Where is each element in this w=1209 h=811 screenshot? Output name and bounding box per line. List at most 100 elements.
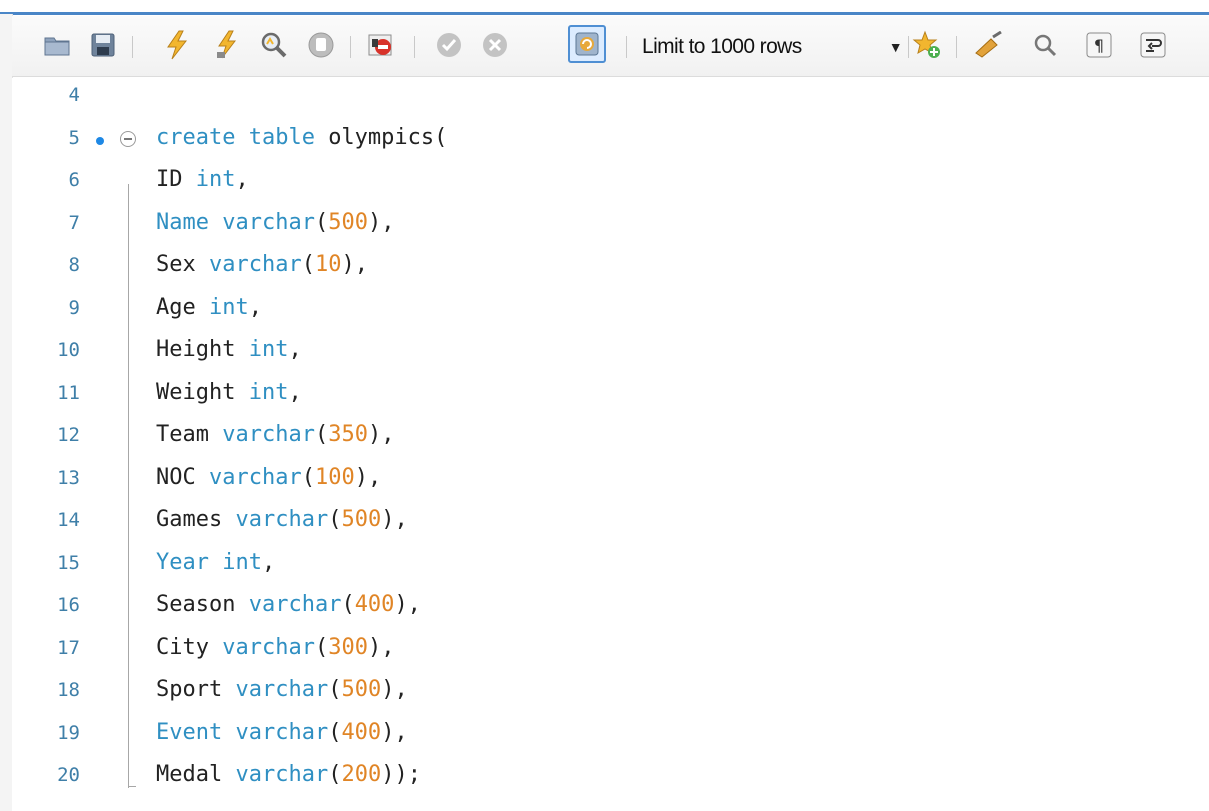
sql-text: Team: [156, 422, 223, 447]
chevron-down-icon: ▼: [888, 39, 903, 55]
line-number: 16: [57, 594, 80, 616]
sql-keyword: int: [248, 337, 289, 362]
code-text: Weight int,: [156, 380, 302, 405]
line-number: 14: [57, 509, 80, 531]
line-number: 20: [57, 764, 80, 786]
code-line[interactable]: 12 Team varchar(350),: [12, 418, 1209, 460]
sql-text: Medal: [156, 762, 236, 787]
open-file-icon[interactable]: [40, 28, 74, 62]
code-line[interactable]: 8 Sex varchar(10),: [12, 248, 1209, 290]
snippet-star-icon[interactable]: [910, 28, 944, 62]
window-top-border: [0, 0, 1209, 15]
sql-text: (: [314, 422, 329, 447]
code-line[interactable]: 7 Name varchar(500),: [12, 206, 1209, 248]
sql-text: ),: [367, 634, 395, 660]
sql-text: (: [314, 209, 329, 235]
save-icon[interactable]: [86, 28, 120, 62]
toolbar-separator: [908, 36, 909, 58]
explain-icon[interactable]: [256, 28, 290, 62]
code-line[interactable]: 20 Medal varchar(200));: [12, 758, 1209, 800]
sql-text: ,: [288, 337, 302, 362]
rollback-icon[interactable]: [478, 28, 512, 62]
sql-editor-toolbar: Limit to 1000 rows ▼ ¶: [12, 16, 1209, 77]
code-text: ID int,: [156, 167, 249, 192]
beautify-icon[interactable]: [972, 28, 1006, 62]
sql-text: (: [301, 464, 315, 490]
sql-text: Age: [156, 294, 209, 320]
sql-text: (: [328, 507, 342, 532]
stop-icon[interactable]: [304, 28, 338, 62]
sql-text: ,: [248, 294, 262, 320]
sql-text: ),: [381, 719, 408, 745]
execute-icon[interactable]: [160, 28, 194, 62]
sql-keyword: varchar: [222, 422, 315, 447]
code-line[interactable]: 4: [12, 78, 1209, 120]
statement-marker-icon: [96, 136, 104, 145]
svg-text:¶: ¶: [1094, 36, 1104, 55]
sql-text: (: [341, 592, 355, 617]
limit-rows-select[interactable]: Limit to 1000 rows ▼: [640, 32, 903, 62]
sql-text: ),: [354, 464, 382, 490]
code-line[interactable]: 16 Season varchar(400),: [12, 588, 1209, 630]
code-text: Name varchar(500),: [156, 210, 394, 235]
sql-text: ,: [235, 167, 249, 192]
sql-keyword: varchar: [208, 252, 302, 277]
sql-number: 10: [314, 252, 342, 277]
line-number: 18: [57, 679, 80, 701]
code-text: Sex varchar(10),: [156, 252, 368, 277]
sql-text: Games: [156, 507, 236, 532]
code-text: Year int,: [156, 550, 275, 575]
code-text: Team varchar(350),: [156, 422, 394, 447]
limit-rows-value: Limit to 1000 rows: [642, 35, 802, 58]
sql-keyword: varchar: [248, 592, 342, 617]
line-number: 11: [57, 381, 80, 404]
sql-number: 500: [341, 507, 382, 532]
autocommit-icon[interactable]: [568, 25, 606, 63]
code-text: Height int,: [156, 337, 302, 362]
code-text: Event varchar(400),: [156, 720, 408, 745]
sql-keyword: Year int: [156, 549, 262, 575]
code-line[interactable]: 14 Games varchar(500),: [12, 503, 1209, 545]
sql-number: 500: [341, 677, 382, 702]
sql-text: ),: [394, 592, 421, 617]
find-icon[interactable]: [1028, 28, 1062, 62]
code-text: Games varchar(500),: [156, 507, 408, 532]
sql-number: 200: [341, 762, 382, 787]
sql-editor[interactable]: 4 5 create table olympics( 6 ID int, 7 Name va…: [12, 78, 1209, 811]
execute-current-icon[interactable]: [210, 28, 244, 62]
line-number: 15: [57, 551, 80, 574]
toggle-error-icon[interactable]: [364, 28, 398, 62]
invisible-chars-icon[interactable]: ¶: [1082, 28, 1116, 62]
line-number: 4: [68, 84, 80, 106]
commit-icon[interactable]: [432, 28, 466, 62]
code-line[interactable]: 6 ID int,: [12, 163, 1209, 205]
code-line[interactable]: 15 Year int,: [12, 546, 1209, 588]
sql-text: ),: [341, 252, 368, 277]
sql-keyword: varchar: [235, 677, 329, 702]
line-number: 19: [57, 721, 80, 744]
code-line[interactable]: 10 Height int,: [12, 333, 1209, 375]
toolbar-separator: [132, 36, 133, 58]
code-line[interactable]: 5 create table olympics(: [12, 121, 1209, 163]
code-line[interactable]: 11 Weight int,: [12, 376, 1209, 418]
toolbar-separator: [626, 36, 627, 58]
sql-text: ),: [367, 422, 395, 447]
sql-keyword: create table: [156, 124, 329, 150]
code-line[interactable]: 9 Age int,: [12, 291, 1209, 333]
sql-keyword: Event varchar: [156, 719, 329, 745]
code-text: City varchar(300),: [156, 635, 394, 660]
code-line[interactable]: 19 Event varchar(400),: [12, 716, 1209, 758]
wrap-lines-icon[interactable]: [1136, 28, 1170, 62]
code-text: Season varchar(400),: [156, 592, 421, 617]
sql-text: City: [156, 634, 223, 660]
sql-text: (: [328, 719, 342, 745]
fold-collapse-icon[interactable]: [120, 130, 136, 147]
line-number: 6: [68, 169, 80, 191]
code-line[interactable]: 17 City varchar(300),: [12, 631, 1209, 673]
line-number: 8: [68, 254, 80, 276]
code-line[interactable]: 18 Sport varchar(500),: [12, 673, 1209, 715]
code-line[interactable]: 13 NOC varchar(100),: [12, 461, 1209, 503]
code-text: NOC varchar(100),: [156, 465, 381, 490]
sql-text: (: [301, 252, 315, 277]
sql-number: 350: [328, 422, 368, 447]
